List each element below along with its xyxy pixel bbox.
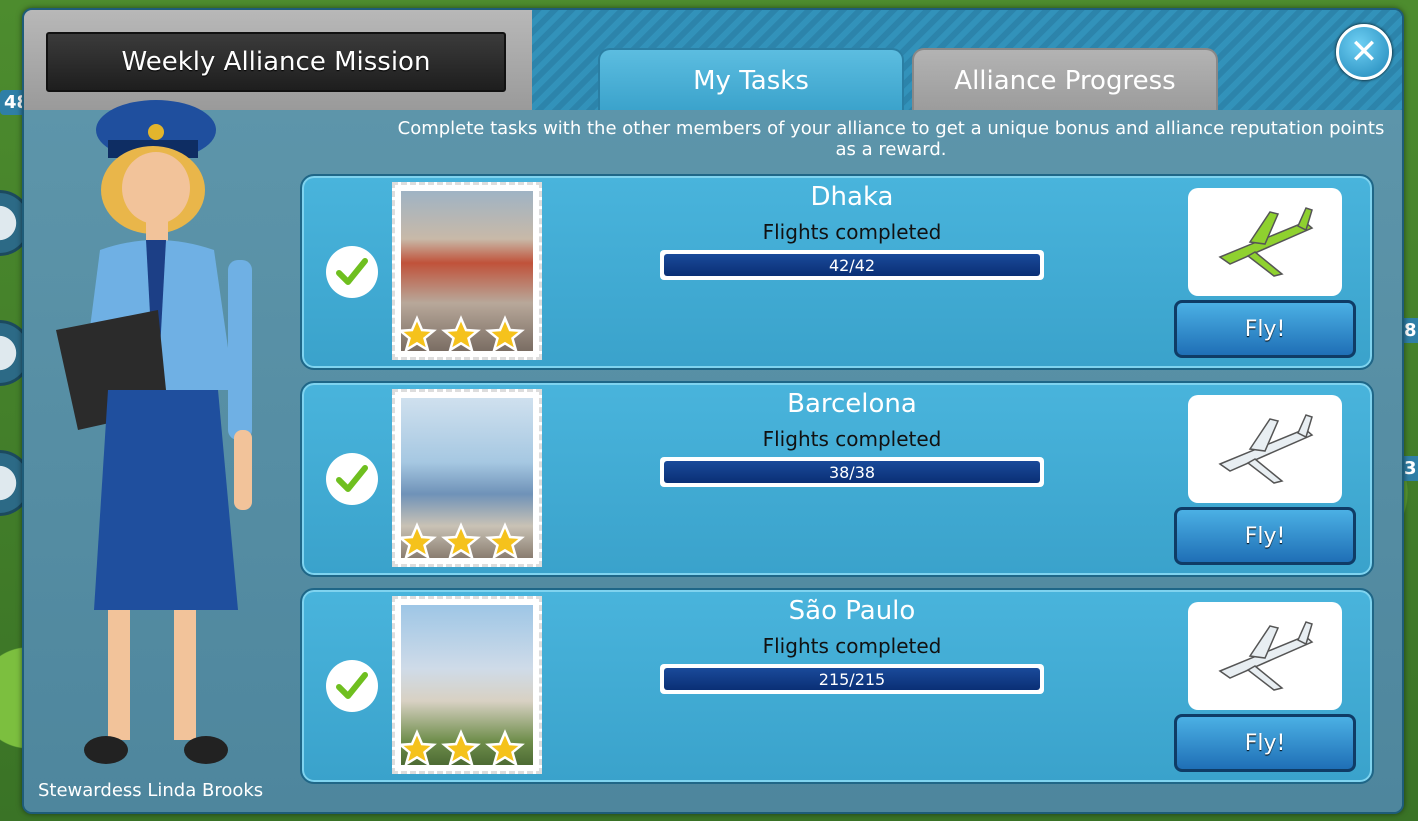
completed-check-icon <box>326 660 378 712</box>
stamp-stars <box>397 315 525 355</box>
city-stamp <box>392 596 542 774</box>
checkmark-icon <box>336 672 368 699</box>
flights-progress-bar: 42/42 <box>660 250 1044 280</box>
fly-button[interactable]: Fly! <box>1174 507 1356 565</box>
mission-description: Complete tasks with the other members of… <box>397 118 1385 160</box>
city-name: Barcelona <box>787 389 917 419</box>
checkmark-icon <box>336 465 368 492</box>
task-card: Barcelona Flights completed 38/38 Fly! <box>300 381 1374 577</box>
star-icon <box>441 522 481 560</box>
airplane-icon <box>1218 414 1314 484</box>
aircraft-thumbnail <box>1188 602 1342 710</box>
star-icon <box>397 522 437 560</box>
progress-text: 38/38 <box>828 462 876 482</box>
progress-text: 215/215 <box>818 669 886 689</box>
city-stamp <box>392 389 542 567</box>
checkmark-icon <box>336 258 368 285</box>
tab-my-tasks[interactable]: My Tasks <box>598 48 904 112</box>
stamp-stars <box>397 522 525 562</box>
dialog-title: Weekly Alliance Mission <box>46 32 506 92</box>
star-icon <box>397 729 437 767</box>
flights-completed-label: Flights completed <box>762 427 942 451</box>
flights-progress-bar: 215/215 <box>660 664 1044 694</box>
aircraft-thumbnail <box>1188 188 1342 296</box>
aircraft-thumbnail <box>1188 395 1342 503</box>
city-name: Dhaka <box>810 182 894 212</box>
weekly-mission-dialog: Weekly Alliance Mission My Tasks Allianc… <box>22 8 1404 814</box>
fly-button[interactable]: Fly! <box>1174 300 1356 358</box>
completed-check-icon <box>326 453 378 505</box>
stewardess-character <box>56 100 252 764</box>
airplane-icon <box>1218 207 1314 277</box>
flights-completed-label: Flights completed <box>762 634 942 658</box>
star-icon <box>485 315 525 353</box>
star-icon <box>441 729 481 767</box>
tab-alliance-progress[interactable]: Alliance Progress <box>912 48 1218 112</box>
task-card: São Paulo Flights completed 215/215 Fly! <box>300 588 1374 784</box>
close-icon: ✕ <box>1349 32 1379 72</box>
airplane-icon <box>1218 621 1314 691</box>
star-icon <box>397 315 437 353</box>
stamp-stars <box>397 729 525 769</box>
star-icon <box>441 315 481 353</box>
city-name: São Paulo <box>788 596 916 626</box>
flights-progress-bar: 38/38 <box>660 457 1044 487</box>
task-card: Dhaka Flights completed 42/42 Fly! <box>300 174 1374 370</box>
progress-text: 42/42 <box>828 255 876 275</box>
flights-completed-label: Flights completed <box>762 220 942 244</box>
fly-button[interactable]: Fly! <box>1174 714 1356 772</box>
close-button[interactable]: ✕ <box>1336 24 1392 80</box>
completed-check-icon <box>326 246 378 298</box>
star-icon <box>485 522 525 560</box>
character-name: Stewardess Linda Brooks <box>38 780 264 801</box>
city-stamp <box>392 182 542 360</box>
star-icon <box>485 729 525 767</box>
